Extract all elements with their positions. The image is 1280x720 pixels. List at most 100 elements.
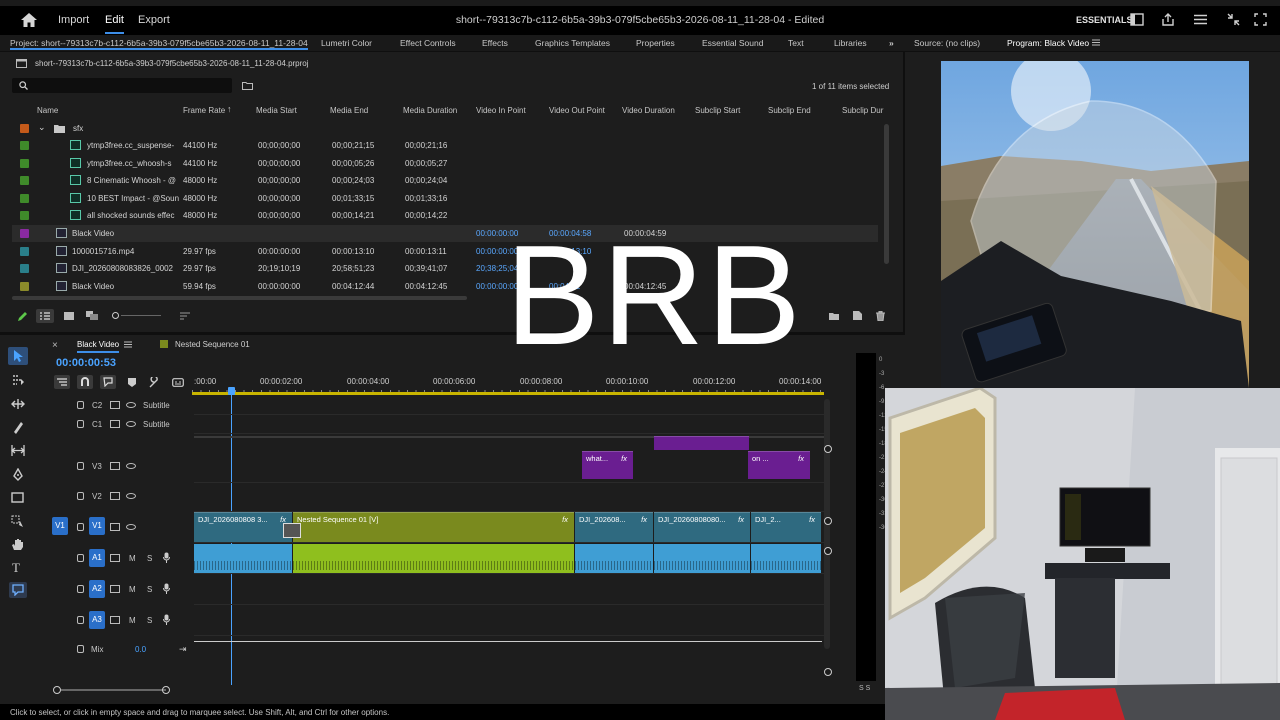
col-video-in-point[interactable]: Video In Point [476,106,526,115]
share-icon[interactable] [1161,13,1175,26]
tab-graphics-templates[interactable]: Graphics Templates [535,38,610,48]
tab-essential-sound[interactable]: Essential Sound [702,38,763,48]
time-ruler[interactable]: :00:00 00:00:02:00 00:00:04:00 00:00:06:… [192,375,824,395]
source-patch-v1[interactable]: V1 [52,517,68,535]
new-item-icon[interactable] [853,311,862,320]
col-media-start[interactable]: Media Start [256,106,297,115]
eye-icon[interactable] [126,421,136,427]
track-header-mix[interactable]: Mix 0.0 ⇥ [44,637,192,661]
panel-layout-icon[interactable] [1130,13,1144,26]
workspace-label[interactable]: ESSENTIALS [1076,15,1133,25]
audio-clip-a1-c[interactable] [654,544,750,573]
sync-lock-icon[interactable] [110,401,120,409]
lock-icon[interactable] [77,462,84,470]
eye-icon[interactable] [126,493,136,499]
freeform-view-icon[interactable] [86,311,98,320]
audio-clip-a1-d[interactable] [751,544,821,573]
program-video-frame[interactable] [941,61,1249,388]
tab-nested-sequence[interactable]: Nested Sequence 01 [175,340,250,349]
sort-icons-icon[interactable] [180,312,190,320]
tab-libraries[interactable]: Libraries [834,38,867,48]
track-select-tool-icon[interactable] [12,375,25,386]
microphone-icon[interactable] [163,552,170,563]
project-row[interactable]: 10 BEST Impact - @Soun 48000 Hz 00;00;00;0… [12,190,878,207]
zoom-slider-track[interactable] [121,315,161,316]
zoom-bar[interactable] [61,689,166,691]
collapse-icon[interactable] [1227,13,1240,26]
audio-clip-a1-a[interactable] [194,544,292,573]
caption-tool-button[interactable] [9,582,27,598]
lock-icon[interactable] [77,616,84,624]
pencil-icon[interactable] [17,311,28,322]
clip-v1-dji-c[interactable]: DJI_20260808080... fx [654,512,750,542]
solo-button[interactable]: S [147,585,152,594]
work-area-bar[interactable] [192,392,824,395]
eye-icon[interactable] [126,402,136,408]
clip-v3-what[interactable]: what... fx [582,451,633,479]
audio-clip-a1-nested[interactable] [293,544,574,573]
solo-button[interactable]: S [147,616,152,625]
disclosure-icon[interactable]: ⌄ [38,122,46,133]
clip-v1-nested-sequence[interactable]: Nested Sequence 01 [V] fx [293,512,574,542]
sort-up-icon[interactable]: ↑ [227,104,232,114]
transition-marker[interactable] [283,523,301,538]
zoom-bar-right-handle[interactable] [162,686,170,694]
mix-volume-line[interactable] [194,641,822,642]
col-subclip-end[interactable]: Subclip End [768,106,811,115]
nest-toggle-button[interactable] [54,375,70,389]
project-h-scrollbar[interactable] [12,296,467,300]
list-view-button[interactable] [36,309,54,323]
tab-menu-icon[interactable] [124,341,132,348]
icon-view-icon[interactable] [64,312,74,320]
track-header-a3[interactable]: A3 M S [44,605,192,635]
lock-icon[interactable] [77,554,84,562]
project-scrollbar[interactable] [884,124,889,264]
track-header-v1[interactable]: V1 V1 [44,512,192,542]
track-target-a1[interactable]: A1 [89,549,105,567]
project-row[interactable]: ytmp3free.cc_suspense- 44100 Hz 00;00;00;0… [12,137,878,154]
col-video-out-point[interactable]: Video Out Point [549,106,605,115]
new-bin-icon[interactable] [829,312,839,320]
track-header-a1[interactable]: A1 M S [44,543,192,573]
more-tabs-icon[interactable]: » [889,38,894,48]
track-header-c2[interactable]: C2 Subtitle [44,396,192,414]
clip-v1-dji-a[interactable]: DJI_2026080808 3... fx [194,512,292,542]
track-header-a2[interactable]: A2 M S [44,574,192,604]
add-marker-icon[interactable] [128,378,136,387]
search-input[interactable] [12,78,232,93]
col-video-duration[interactable]: Video Duration [622,106,675,115]
meter-solo-labels[interactable]: S S [859,685,870,692]
scroll-handle[interactable] [824,445,832,453]
folder-row-sfx[interactable]: ⌄ sfx [12,120,878,137]
lock-icon[interactable] [77,401,84,409]
tab-lumetri-color[interactable]: Lumetri Color [321,38,372,48]
mute-button[interactable]: M [129,616,136,625]
pen-tool-icon[interactable] [12,468,24,481]
mix-volume-value[interactable]: 0.0 [135,645,146,654]
zoom-bar-left-handle[interactable] [53,686,61,694]
solo-button[interactable]: S [147,554,152,563]
clip-v3-on[interactable]: on ... fx [748,451,810,479]
project-row[interactable]: ytmp3free.cc_whoosh-s 44100 Hz 00;00;00;00… [12,155,878,172]
go-to-end-icon[interactable]: ⇥ [179,644,187,655]
tab-source-monitor[interactable]: Source: (no clips) [914,38,980,48]
playhead-timecode[interactable]: 00:00:00:53 [56,357,116,369]
lock-icon[interactable] [77,585,84,593]
new-search-bin-icon[interactable] [242,81,253,90]
scroll-handle[interactable] [824,517,832,525]
lock-icon[interactable] [77,523,84,531]
scroll-handle[interactable] [824,668,832,676]
track-header-v3[interactable]: V3 [44,453,192,481]
tab-effects[interactable]: Effects [482,38,508,48]
wrench-icon[interactable] [149,377,160,388]
track-header-v2[interactable]: V2 [44,483,192,511]
eye-icon[interactable] [126,524,136,530]
clip-v4[interactable] [654,436,749,450]
selection-tool[interactable] [8,347,28,365]
linked-selection-button[interactable] [100,375,116,389]
razor-tool-icon[interactable] [12,421,24,434]
ripple-edit-tool-icon[interactable] [11,398,26,410]
scroll-handle[interactable] [824,547,832,555]
tab-effect-controls[interactable]: Effect Controls [400,38,456,48]
track-header-c1[interactable]: C1 Subtitle [44,415,192,433]
